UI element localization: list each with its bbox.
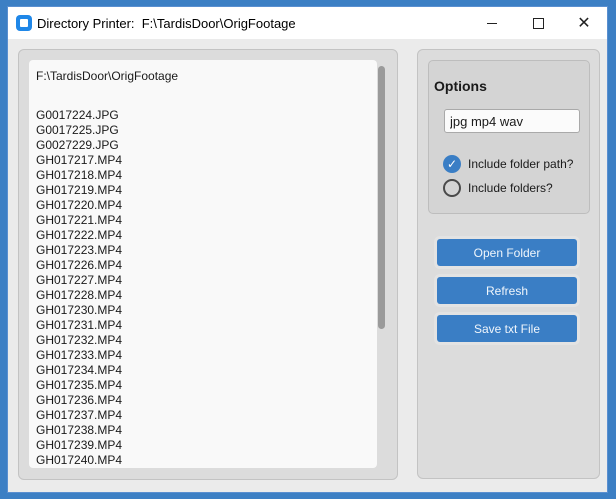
file-list-item: GH017234.MP4 [36,363,123,377]
app-window: Directory Printer: F:\TardisDoor\OrigFoo… [7,6,608,493]
controls-panel: Options ✓ Include folder path? Include f… [417,49,600,479]
include-folders-option[interactable]: Include folders? [443,178,553,198]
file-list-item: GH017232.MP4 [36,333,123,347]
scrollbar-thumb[interactable] [378,66,385,329]
minimize-button[interactable] [469,7,515,39]
file-list-item: GH017219.MP4 [36,183,123,197]
close-button[interactable]: ✕ [561,7,607,39]
file-list-item: G0017224.JPG [36,108,119,122]
extensions-input[interactable] [444,109,580,133]
maximize-button[interactable] [515,7,561,39]
file-listing-textbox[interactable]: F:\TardisDoor\OrigFootage G0017224.JPG G0… [29,60,377,468]
file-list-item: GH017222.MP4 [36,228,123,242]
file-list: G0017224.JPG G0017225.JPG G0027229.JPG GH01… [36,108,122,468]
file-list-item: GH017226.MP4 [36,258,123,272]
file-list-item: GH017231.MP4 [36,318,123,332]
file-list-item: GH017221.MP4 [36,213,123,227]
file-list-item: GH017227.MP4 [36,273,123,287]
include-folder-path-option[interactable]: ✓ Include folder path? [443,154,573,174]
file-list-item: GH017238.MP4 [36,423,123,437]
file-list-item: GH017237.MP4 [36,408,123,422]
include-folders-label: Include folders? [468,181,553,195]
save-txt-button[interactable]: Save txt File [437,315,577,342]
file-list-item: G0017225.JPG [36,123,119,137]
include-folders-checkbox[interactable] [443,179,461,197]
minimize-icon [487,22,497,24]
open-folder-button[interactable]: Open Folder [437,239,577,266]
include-folder-path-checkbox[interactable]: ✓ [443,155,461,173]
file-list-item: G0027229.JPG [36,138,119,152]
options-frame: Options ✓ Include folder path? Include f… [428,60,590,214]
include-folder-path-label: Include folder path? [468,157,574,171]
file-list-item: GH017218.MP4 [36,168,123,182]
listing-panel: F:\TardisDoor\OrigFootage G0017224.JPG G0… [18,49,398,480]
maximize-icon [532,17,544,29]
file-list-item: GH017230.MP4 [36,303,123,317]
refresh-button[interactable]: Refresh [437,277,577,304]
title-bar[interactable]: Directory Printer: F:\TardisDoor\OrigFoo… [8,7,607,39]
close-icon: ✕ [577,13,591,32]
file-list-item: GH017223.MP4 [36,243,123,257]
listing-path: F:\TardisDoor\OrigFootage [36,69,179,83]
file-list-item: GH017228.MP4 [36,288,123,302]
file-list-item: GH017217.MP4 [36,153,123,167]
file-list-item: GH017236.MP4 [36,393,123,407]
file-list-item: GH017240.MP4 [36,453,123,467]
window-title: Directory Printer: F:\TardisDoor\OrigFoo… [37,16,296,31]
file-list-item: GH017239.MP4 [36,438,123,452]
options-title: Options [434,78,487,94]
app-icon [16,15,32,31]
file-list-item: GH017233.MP4 [36,348,123,362]
file-list-item: GH017220.MP4 [36,198,123,212]
check-icon: ✓ [446,157,458,171]
file-list-item: GH017235.MP4 [36,378,123,392]
vertical-scrollbar[interactable] [377,60,387,468]
